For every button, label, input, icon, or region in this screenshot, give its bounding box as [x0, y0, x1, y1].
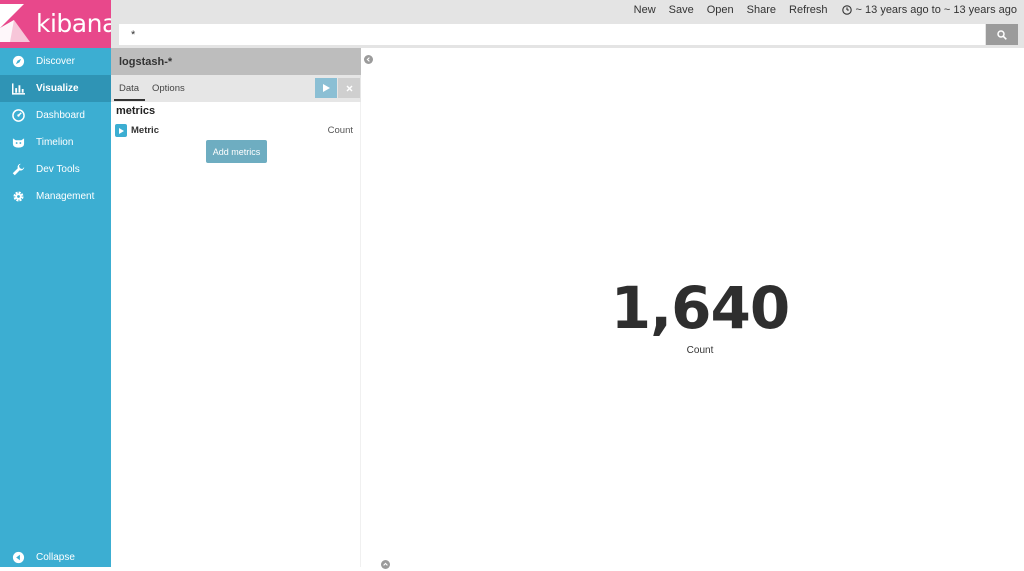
- sidebar-item-label: Discover: [36, 56, 75, 67]
- wrench-icon: [0, 163, 36, 176]
- search-button[interactable]: [986, 24, 1018, 45]
- collapse-left-icon: [0, 551, 36, 564]
- search-icon: [997, 29, 1007, 40]
- sidebar-item-visualize[interactable]: Visualize: [0, 75, 111, 102]
- metric-agg-value: Count: [327, 125, 353, 136]
- logo-text: kibana: [36, 9, 117, 38]
- apply-changes-button[interactable]: [315, 78, 337, 98]
- time-range-label: ~ 13 years ago to ~ 13 years ago: [855, 4, 1017, 16]
- sidebar-item-discover[interactable]: Discover: [0, 48, 111, 75]
- tab-options[interactable]: Options: [152, 83, 185, 94]
- bar-chart-icon: [0, 82, 36, 95]
- metric-label: Count: [686, 345, 714, 356]
- sidebar-item-label: Dev Tools: [36, 164, 80, 175]
- dashboard-icon: [0, 109, 36, 122]
- play-icon: [323, 84, 330, 92]
- caret-right-icon: [118, 127, 124, 134]
- sidebar-item-label: Dashboard: [36, 110, 85, 121]
- editor-collapse-handle[interactable]: [364, 55, 373, 64]
- share-button[interactable]: Share: [747, 4, 776, 16]
- discard-changes-button[interactable]: [338, 78, 360, 98]
- sidebar-item-dev-tools[interactable]: Dev Tools: [0, 156, 111, 183]
- search-input[interactable]: [119, 24, 985, 45]
- collapse-label: Collapse: [36, 552, 75, 563]
- time-picker[interactable]: ~ 13 years ago to ~ 13 years ago: [841, 4, 1017, 16]
- sidebar-item-label: Management: [36, 191, 95, 202]
- clock-icon: [841, 5, 852, 15]
- kibana-logo-icon: [0, 4, 30, 42]
- metrics-section-title: metrics: [116, 105, 156, 117]
- top-nav-menu: New Save Open Share Refresh ~ 13 years a…: [621, 4, 1017, 16]
- top-nav-bar: New Save Open Share Refresh ~ 13 years a…: [111, 0, 1024, 48]
- visualization-editor-panel: logstash-* Data Options metrics Metric C…: [111, 48, 361, 567]
- tab-data[interactable]: Data: [119, 83, 139, 94]
- sidebar: kibana Discover Visualize Dashboard Time…: [0, 0, 117, 567]
- spy-panel-toggle[interactable]: [381, 560, 390, 569]
- chevron-up-icon: [383, 562, 388, 566]
- active-tab-indicator: [114, 99, 145, 101]
- open-button[interactable]: Open: [707, 4, 734, 16]
- index-pattern-title: logstash-*: [111, 48, 361, 75]
- kibana-logo[interactable]: kibana: [0, 0, 117, 48]
- timelion-icon: [0, 137, 36, 149]
- sidebar-item-management[interactable]: Management: [0, 183, 111, 210]
- save-button[interactable]: Save: [669, 4, 694, 16]
- metric-agg-title[interactable]: Metric: [131, 125, 159, 136]
- compass-icon: [0, 55, 36, 68]
- sidebar-item-label: Visualize: [36, 83, 79, 94]
- add-metrics-button[interactable]: Add metrics: [206, 140, 267, 163]
- new-button[interactable]: New: [634, 4, 656, 16]
- metric-value: 1,640: [610, 274, 790, 342]
- gear-icon: [0, 190, 36, 203]
- sidebar-item-label: Timelion: [36, 137, 74, 148]
- chevron-left-icon: [366, 57, 370, 62]
- close-icon: [346, 85, 352, 91]
- editor-tab-bar: Data Options: [111, 75, 361, 102]
- sidebar-item-dashboard[interactable]: Dashboard: [0, 102, 111, 129]
- metric-expand-toggle[interactable]: [115, 124, 127, 137]
- refresh-button[interactable]: Refresh: [789, 4, 828, 16]
- sidebar-item-timelion[interactable]: Timelion: [0, 129, 111, 156]
